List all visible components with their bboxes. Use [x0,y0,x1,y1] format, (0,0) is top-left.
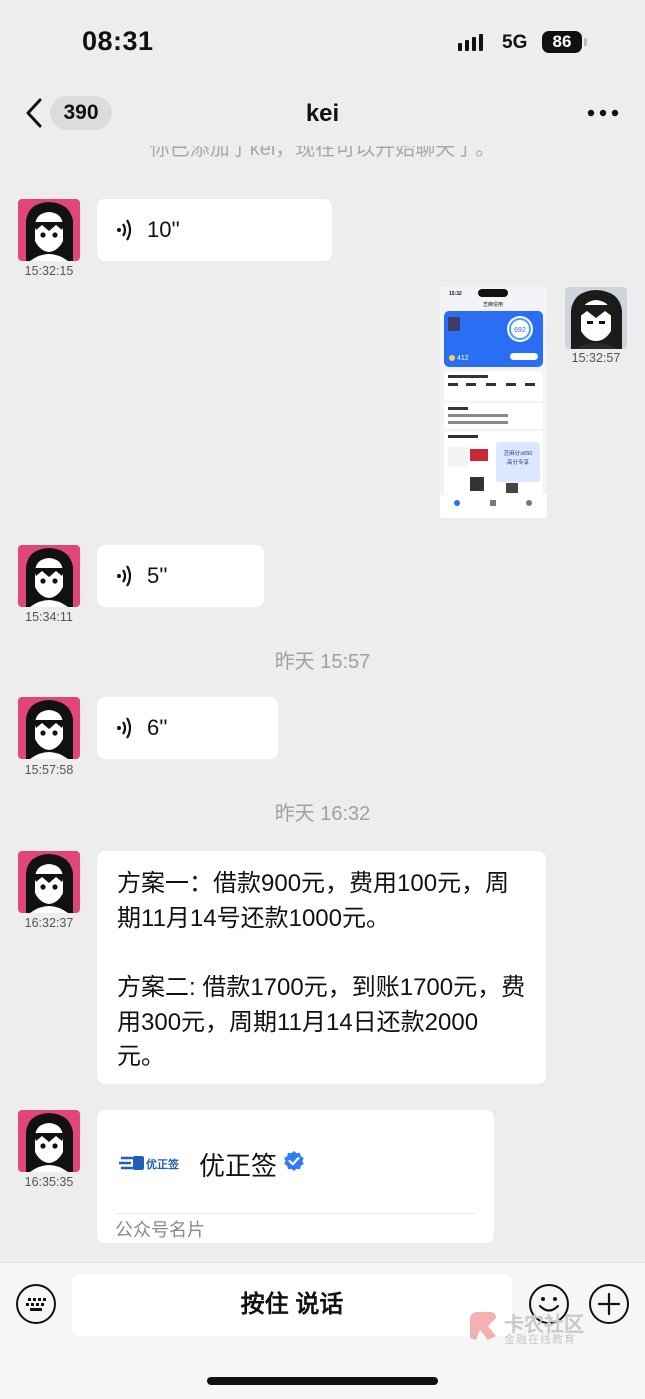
message-timestamp: 15:32:57 [571,351,621,365]
status-time: 08:31 [82,26,154,56]
more-icon[interactable] [586,108,620,118]
voice-wave-icon [117,219,132,241]
contact-avatar[interactable] [18,545,80,607]
voice-wave-icon [117,565,132,587]
shot-status-time: 15:32 [449,291,462,297]
contact-avatar[interactable] [18,697,80,759]
battery-icon: 86 [542,31,582,53]
shot-score-small: 412 [457,355,469,362]
message-timestamp: 16:35:35 [24,1175,74,1189]
voice-message-bubble[interactable]: 10'' [97,199,332,261]
plus-icon [597,1292,621,1316]
shot-header: 芝麻信用 [483,301,503,308]
home-indicator [207,1377,438,1385]
self-avatar[interactable] [565,287,627,349]
battery-tip [584,38,587,46]
contact-avatar[interactable] [18,1110,80,1172]
message-timestamp: 15:57:58 [24,763,74,777]
day-timestamp: 昨天 16:32 [274,803,371,825]
watermark-logo-icon [470,1312,496,1340]
voice-duration: 6'' [147,715,168,740]
verified-badge-icon [284,1151,304,1171]
voice-message-bubble[interactable]: 6'' [97,697,278,759]
message-timestamp: 16:32:37 [24,916,74,930]
voice-duration: 10'' [147,217,180,242]
contact-avatar[interactable] [18,851,80,913]
youzhengqian-logo-icon: 优正签 [119,1156,179,1171]
voice-message-bubble[interactable]: 5'' [97,545,264,607]
keyboard-icon [26,1298,46,1311]
text-message-bubble[interactable]: 方案一：借款900元，费用100元，周期11月14号还款1000元。 方案二: … [97,851,546,1084]
official-account-card[interactable]: 优正签 优正签 公众号名片 [97,1110,494,1243]
voice-wave-icon [117,717,132,739]
logo-text: 优正签 [146,1157,179,1171]
watermark-subtitle: 金融在线教育 [504,1334,576,1346]
card-divider [115,1213,476,1214]
chat-title: kei [305,100,340,127]
shot-banner-sub: 高分专享 [507,458,530,466]
shot-banner: 芝麻分≥650 [504,449,533,457]
shot-score: 692 [514,327,526,334]
hold-to-talk-button[interactable]: 按住 说话 [72,1274,512,1336]
network-type: 5G [502,32,528,53]
contact-avatar[interactable] [18,199,80,261]
voice-duration: 5'' [147,563,168,588]
message-timestamp: 15:34:11 [25,610,73,624]
keyboard-toggle-button[interactable] [16,1284,56,1324]
more-actions-button[interactable] [589,1284,629,1324]
account-name: 优正签 [199,1151,278,1181]
message-paragraph: 方案二: 借款1700元，到账1700元，费用300元，周期11月14日还款20… [117,974,526,1070]
card-type-label: 公众号名片 [115,1220,205,1240]
message-paragraph: 方案一：借款900元，费用100元，周期11月14号还款1000元。 [117,870,510,932]
cellular-signal-icon [458,34,483,51]
screenshot-image-message[interactable]: 15:32 芝麻信用 692 412 芝麻分≥650 高分专享 [440,287,547,518]
day-timestamp: 昨天 15:57 [274,651,371,673]
system-notice: 你已添加了kei，现在可以开始聊天了。 [149,146,496,160]
message-timestamp: 15:32:15 [24,264,74,278]
